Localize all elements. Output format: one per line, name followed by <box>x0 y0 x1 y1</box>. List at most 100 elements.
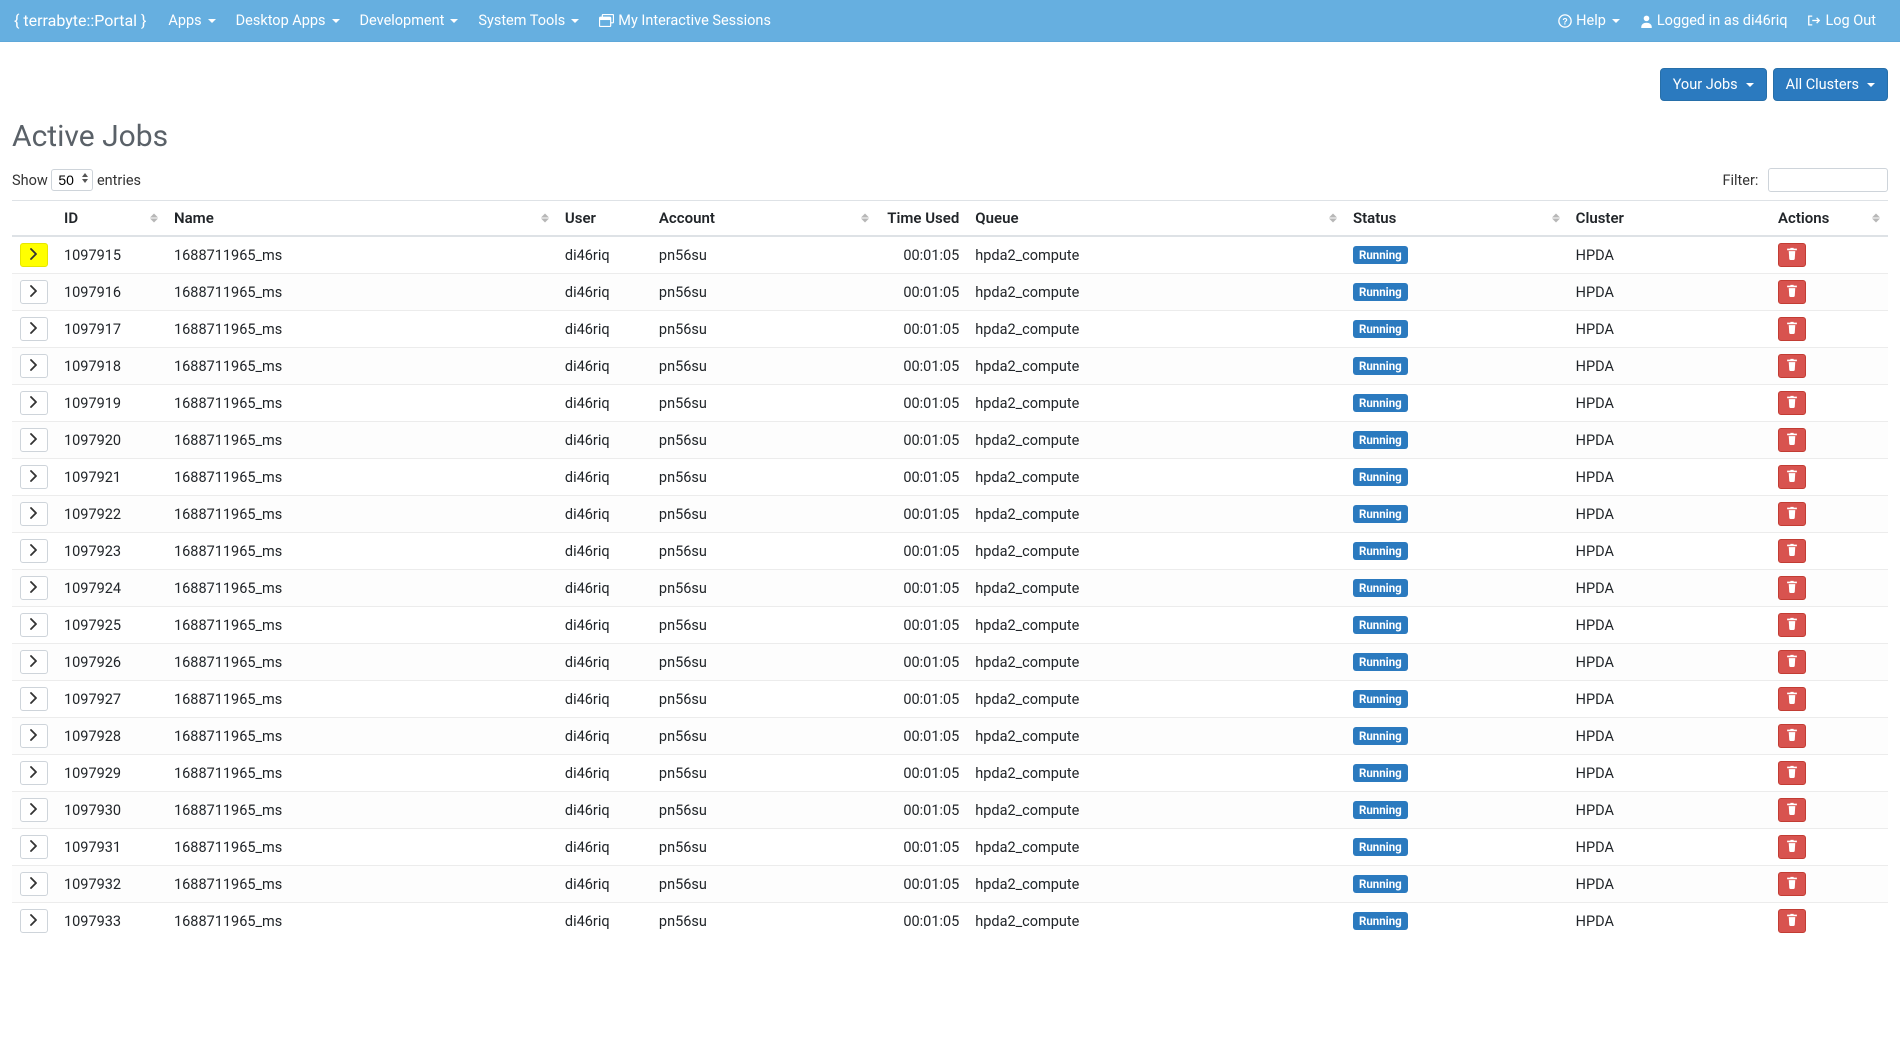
cell-actions <box>1770 570 1888 607</box>
expand-button[interactable] <box>20 465 48 489</box>
cell-queue: hpda2_compute <box>967 422 1345 459</box>
delete-button[interactable] <box>1778 243 1806 267</box>
page-size-select[interactable]: 50 <box>51 169 93 191</box>
nav-logged-in[interactable]: Logged in as di46riq <box>1630 4 1798 37</box>
cell-status: Running <box>1345 718 1568 755</box>
expand-button[interactable] <box>20 909 48 933</box>
expand-button[interactable] <box>20 317 48 341</box>
delete-button[interactable] <box>1778 391 1806 415</box>
col-time-used[interactable]: Time Used <box>877 201 967 237</box>
cell-cluster: HPDA <box>1568 903 1770 940</box>
nav-development-label: Development <box>360 12 445 29</box>
trash-icon <box>1786 506 1798 523</box>
cell-account: pn56su <box>651 792 877 829</box>
delete-button[interactable] <box>1778 428 1806 452</box>
cell-cluster: HPDA <box>1568 792 1770 829</box>
cell-name: 1688711965_ms <box>166 274 557 311</box>
delete-button[interactable] <box>1778 502 1806 526</box>
expand-button[interactable] <box>20 391 48 415</box>
delete-button[interactable] <box>1778 835 1806 859</box>
expand-button[interactable] <box>20 724 48 748</box>
expand-button[interactable] <box>20 539 48 563</box>
delete-button[interactable] <box>1778 465 1806 489</box>
delete-button[interactable] <box>1778 539 1806 563</box>
delete-button[interactable] <box>1778 724 1806 748</box>
trash-icon <box>1786 839 1798 856</box>
filter-input[interactable] <box>1768 168 1888 192</box>
delete-button[interactable] <box>1778 576 1806 600</box>
col-name[interactable]: Name <box>166 201 557 237</box>
cell-cluster: HPDA <box>1568 681 1770 718</box>
expand-button[interactable] <box>20 502 48 526</box>
delete-button[interactable] <box>1778 354 1806 378</box>
delete-button[interactable] <box>1778 613 1806 637</box>
cell-queue: hpda2_compute <box>967 533 1345 570</box>
cell-actions <box>1770 792 1888 829</box>
delete-button[interactable] <box>1778 761 1806 785</box>
delete-button[interactable] <box>1778 872 1806 896</box>
expand-button[interactable] <box>20 687 48 711</box>
delete-button[interactable] <box>1778 650 1806 674</box>
nav-development[interactable]: Development <box>350 4 469 37</box>
col-queue[interactable]: Queue <box>967 201 1345 237</box>
cell-queue: hpda2_compute <box>967 792 1345 829</box>
col-actions[interactable]: Actions <box>1770 201 1888 237</box>
nav-help[interactable]: ? Help <box>1548 4 1630 37</box>
cell-queue: hpda2_compute <box>967 903 1345 940</box>
cell-account: pn56su <box>651 496 877 533</box>
sort-icon <box>1329 214 1337 223</box>
expand-button[interactable] <box>20 280 48 304</box>
all-clusters-button[interactable]: All Clusters <box>1773 68 1888 101</box>
expand-button[interactable] <box>20 872 48 896</box>
delete-button[interactable] <box>1778 687 1806 711</box>
cell-name: 1688711965_ms <box>166 348 557 385</box>
cell-name: 1688711965_ms <box>166 533 557 570</box>
cell-name: 1688711965_ms <box>166 792 557 829</box>
chevron-right-icon <box>30 728 38 745</box>
col-cluster[interactable]: Cluster <box>1568 201 1770 237</box>
nav-desktop-apps[interactable]: Desktop Apps <box>226 4 350 37</box>
cell-actions <box>1770 274 1888 311</box>
your-jobs-button[interactable]: Your Jobs <box>1660 68 1767 101</box>
show-suffix: entries <box>97 172 141 189</box>
table-row: 10979241688711965_msdi46riqpn56su00:01:0… <box>12 570 1888 607</box>
expand-button[interactable] <box>20 613 48 637</box>
expand-button[interactable] <box>20 798 48 822</box>
expand-button[interactable] <box>20 428 48 452</box>
delete-button[interactable] <box>1778 798 1806 822</box>
status-badge: Running <box>1353 764 1408 782</box>
cell-cluster: HPDA <box>1568 496 1770 533</box>
cell-user: di46riq <box>557 681 651 718</box>
cell-time-used: 00:01:05 <box>877 829 967 866</box>
cell-id: 1097922 <box>56 496 166 533</box>
nav-logout[interactable]: Log Out <box>1797 4 1886 37</box>
your-jobs-label: Your Jobs <box>1673 76 1738 93</box>
expand-button[interactable] <box>20 243 48 267</box>
delete-button[interactable] <box>1778 909 1806 933</box>
expand-button[interactable] <box>20 576 48 600</box>
cell-cluster: HPDA <box>1568 311 1770 348</box>
delete-button[interactable] <box>1778 317 1806 341</box>
nav-apps[interactable]: Apps <box>158 4 225 37</box>
chevron-right-icon <box>30 358 38 375</box>
cell-cluster: HPDA <box>1568 607 1770 644</box>
cell-actions <box>1770 311 1888 348</box>
cell-status: Running <box>1345 385 1568 422</box>
col-status[interactable]: Status <box>1345 201 1568 237</box>
cell-name: 1688711965_ms <box>166 718 557 755</box>
col-user[interactable]: User <box>557 201 651 237</box>
cell-id: 1097926 <box>56 644 166 681</box>
col-account[interactable]: Account <box>651 201 877 237</box>
nav-system-tools[interactable]: System Tools <box>468 4 589 37</box>
nav-my-interactive-sessions[interactable]: My Interactive Sessions <box>589 4 781 37</box>
cell-time-used: 00:01:05 <box>877 755 967 792</box>
col-id[interactable]: ID <box>56 201 166 237</box>
expand-button[interactable] <box>20 650 48 674</box>
expand-button[interactable] <box>20 835 48 859</box>
expand-button[interactable] <box>20 761 48 785</box>
status-badge: Running <box>1353 246 1408 264</box>
delete-button[interactable] <box>1778 280 1806 304</box>
brand[interactable]: { terrabyte::Portal } <box>14 11 146 30</box>
expand-button[interactable] <box>20 354 48 378</box>
trash-icon <box>1786 913 1798 930</box>
